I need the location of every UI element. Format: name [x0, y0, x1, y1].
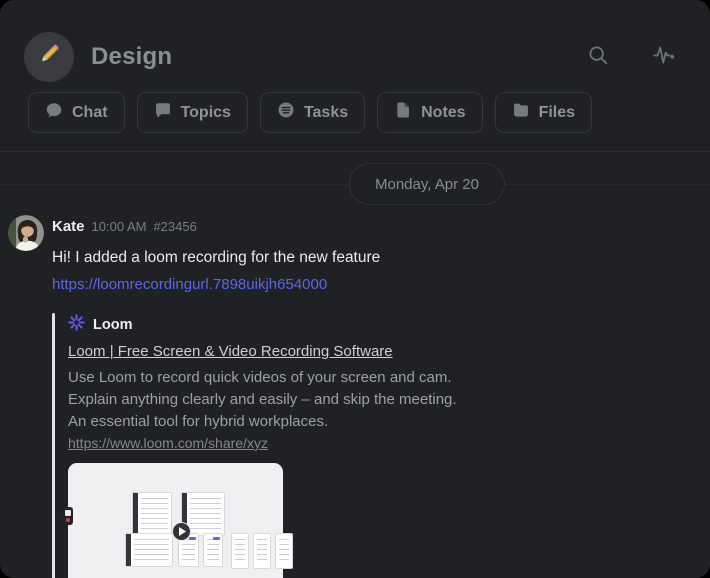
- tab-files[interactable]: Files: [494, 92, 593, 133]
- search-icon: [587, 44, 609, 69]
- search-button[interactable]: [585, 42, 611, 71]
- thumb-window-mockup: [132, 492, 172, 536]
- preview-provider-row: Loom: [68, 314, 512, 336]
- screen: Design Chat Topics Tasks Notes Files Mon…: [0, 0, 710, 578]
- tab-label: Tasks: [303, 103, 349, 121]
- tab-label: Notes: [421, 103, 466, 121]
- thumb-tile-mockup: [203, 533, 223, 567]
- thumb-window-mockup: [125, 533, 173, 567]
- link-preview-card: Loom Loom | Free Screen & Video Recordin…: [52, 311, 512, 578]
- play-button[interactable]: [172, 522, 191, 541]
- channel-title: Design: [91, 42, 173, 70]
- preview-provider-name: Loom: [93, 317, 133, 333]
- author-name: Kate: [52, 218, 85, 235]
- message: Kate 10:00 AM #23456 Hi! I added a loom …: [0, 215, 710, 578]
- message-header: Kate 10:00 AM #23456: [52, 215, 512, 236]
- activity-icon: [651, 44, 678, 69]
- header-actions: [585, 42, 680, 71]
- preview-description-line: Use Loom to record quick videos of your …: [68, 369, 452, 386]
- message-id-link[interactable]: #23456: [153, 218, 196, 236]
- tab-bar: Chat Topics Tasks Notes Files: [0, 88, 710, 152]
- tab-tasks[interactable]: Tasks: [259, 92, 366, 133]
- preview-description: Use Loom to record quick videos of your …: [68, 367, 512, 433]
- tab-label: Files: [538, 103, 576, 121]
- preview-title-link[interactable]: Loom | Free Screen & Video Recording Sof…: [68, 343, 393, 361]
- timestamp: 10:00 AM: [91, 219, 147, 234]
- activity-button[interactable]: [649, 42, 680, 71]
- preview-url-link[interactable]: https://www.loom.com/share/xyz: [68, 434, 268, 452]
- topic-bubble-icon: [154, 101, 172, 124]
- tab-notes[interactable]: Notes: [377, 92, 483, 133]
- play-icon: [177, 523, 186, 541]
- channel-window: Design Chat Topics Tasks Notes Files Mon…: [0, 0, 710, 578]
- chat-pane: Monday, Apr 20 Kate 10:00 AM #23456 Hi! …: [0, 163, 710, 578]
- date-pill[interactable]: Monday, Apr 20: [349, 163, 505, 205]
- thumb-tile-mockup: [275, 533, 293, 569]
- chat-bubble-icon: [45, 101, 63, 124]
- message-body: Kate 10:00 AM #23456 Hi! I added a loom …: [52, 215, 512, 578]
- video-thumbnail[interactable]: [62, 463, 293, 578]
- thumb-tile-mockup: [231, 533, 249, 569]
- note-doc-icon: [394, 101, 412, 124]
- tab-chat[interactable]: Chat: [28, 92, 125, 133]
- tab-label: Topics: [180, 103, 231, 121]
- folder-icon: [512, 101, 530, 124]
- date-divider: Monday, Apr 20: [0, 163, 710, 205]
- tasks-circle-icon: [277, 101, 295, 124]
- tab-topics[interactable]: Topics: [136, 92, 248, 133]
- preview-description-line: An essential tool for hybrid workplaces.: [68, 413, 329, 430]
- channel-header: Design: [0, 0, 710, 88]
- tab-label: Chat: [72, 103, 108, 121]
- preview-description-line: Explain anything clearly and easily – an…: [68, 391, 457, 408]
- thumb-tile-mockup: [253, 533, 271, 569]
- channel-avatar[interactable]: [24, 31, 74, 82]
- message-url-link[interactable]: https://loomrecordingurl.7898uikjh654000: [52, 275, 327, 295]
- record-widget-icon: [62, 507, 73, 525]
- user-avatar[interactable]: [8, 215, 44, 251]
- loom-logo-icon: [68, 314, 85, 336]
- message-text: Hi! I added a loom recording for the new…: [52, 249, 381, 266]
- pencil-icon: [35, 40, 63, 73]
